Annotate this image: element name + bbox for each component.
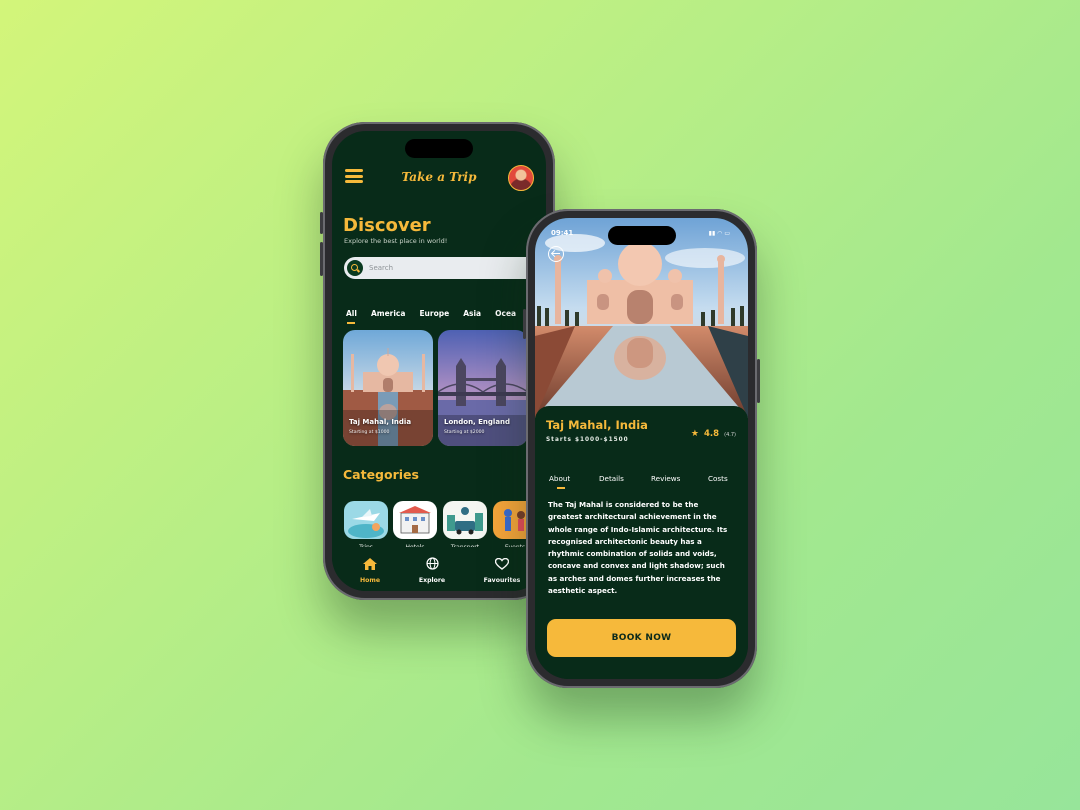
nav-home[interactable]: Home — [340, 555, 400, 584]
rating-count: (4.7) — [724, 432, 736, 438]
volume-button — [320, 242, 323, 276]
detail-phone: 09:41 ▮▮ ◠ ▭ Taj Mahal, India Starts $10… — [523, 209, 760, 688]
region-tabs: All America Europe Asia Ocea — [346, 301, 530, 324]
trips-illustration — [344, 501, 388, 539]
power-button — [757, 359, 760, 403]
about-description: The Taj Mahal is considered to be the gr… — [548, 500, 728, 596]
globe-icon — [425, 557, 439, 570]
category-hotels[interactable]: Hotels — [392, 501, 438, 551]
category-transport[interactable]: Transport — [442, 501, 488, 551]
place-price: Starting at $2000 — [444, 430, 485, 435]
search-icon[interactable] — [347, 260, 363, 276]
status-time: 09:41 — [551, 229, 574, 237]
dynamic-island — [607, 226, 676, 245]
tab-asia[interactable]: Asia — [463, 309, 481, 318]
rating-value: 4.8 — [703, 429, 720, 439]
volume-button — [320, 212, 323, 234]
heart-icon — [494, 557, 510, 570]
category-trips[interactable]: Trips — [343, 501, 389, 551]
london-photo — [438, 330, 528, 446]
user-avatar[interactable] — [508, 165, 534, 191]
taj-mahal-hero-image — [535, 218, 748, 418]
page-title: Discover — [343, 215, 431, 236]
nav-favourites[interactable]: Favourites — [472, 555, 532, 584]
price-range: Starts $1000-$1500 — [546, 437, 629, 443]
page-subtitle: Explore the best place in world! — [344, 237, 448, 245]
app-header: Take a Trip — [332, 159, 546, 199]
place-price: Starting at $1000 — [349, 430, 390, 435]
search-input[interactable] — [369, 257, 539, 279]
tab-europe[interactable]: Europe — [419, 309, 449, 318]
tab-reviews[interactable]: Reviews — [651, 474, 680, 483]
transport-illustration — [443, 501, 487, 539]
detail-screen: 09:41 ▮▮ ◠ ▭ Taj Mahal, India Starts $10… — [535, 218, 748, 679]
place-card-taj-mahal[interactable]: Taj Mahal, India Starting at $1000 — [343, 330, 433, 446]
nav-label: Explore — [418, 577, 446, 584]
bottom-navigation: Home Explore Favourites — [332, 547, 546, 591]
nav-explore[interactable]: Explore — [402, 555, 462, 584]
tab-oceania[interactable]: Ocea — [495, 309, 516, 318]
volume-button — [523, 309, 526, 339]
rating: ★ 4.8 (4.7) — [691, 421, 736, 440]
dynamic-island — [405, 139, 473, 158]
taj-mahal-photo — [343, 330, 433, 446]
nav-label: Home — [359, 577, 381, 584]
discover-screen: Take a Trip Discover Explore the best pl… — [332, 131, 546, 591]
place-name: London, England — [444, 418, 511, 426]
tab-costs[interactable]: Costs — [708, 474, 728, 483]
search-bar[interactable] — [344, 257, 544, 279]
nav-label: Favourites — [483, 577, 521, 584]
place-card-london[interactable]: London, England Starting at $2000 — [438, 330, 528, 446]
star-icon: ★ — [690, 429, 699, 439]
tab-details[interactable]: Details — [599, 474, 624, 483]
home-icon — [363, 558, 377, 570]
hotels-illustration — [393, 501, 437, 539]
status-icons: ▮▮ ◠ ▭ — [708, 230, 730, 237]
categories-title: Categories — [343, 467, 419, 482]
discover-phone: Take a Trip Discover Explore the best pl… — [320, 122, 558, 600]
detail-panel: Taj Mahal, India Starts $1000-$1500 ★ 4.… — [535, 406, 748, 679]
place-title: Taj Mahal, India — [546, 418, 648, 432]
tab-about[interactable]: About — [549, 474, 570, 489]
place-name: Taj Mahal, India — [349, 418, 412, 426]
back-arrow-icon[interactable] — [548, 246, 564, 262]
tab-all[interactable]: All — [346, 309, 357, 324]
tab-america[interactable]: America — [371, 309, 405, 318]
book-now-button[interactable]: BOOK NOW — [547, 619, 736, 657]
